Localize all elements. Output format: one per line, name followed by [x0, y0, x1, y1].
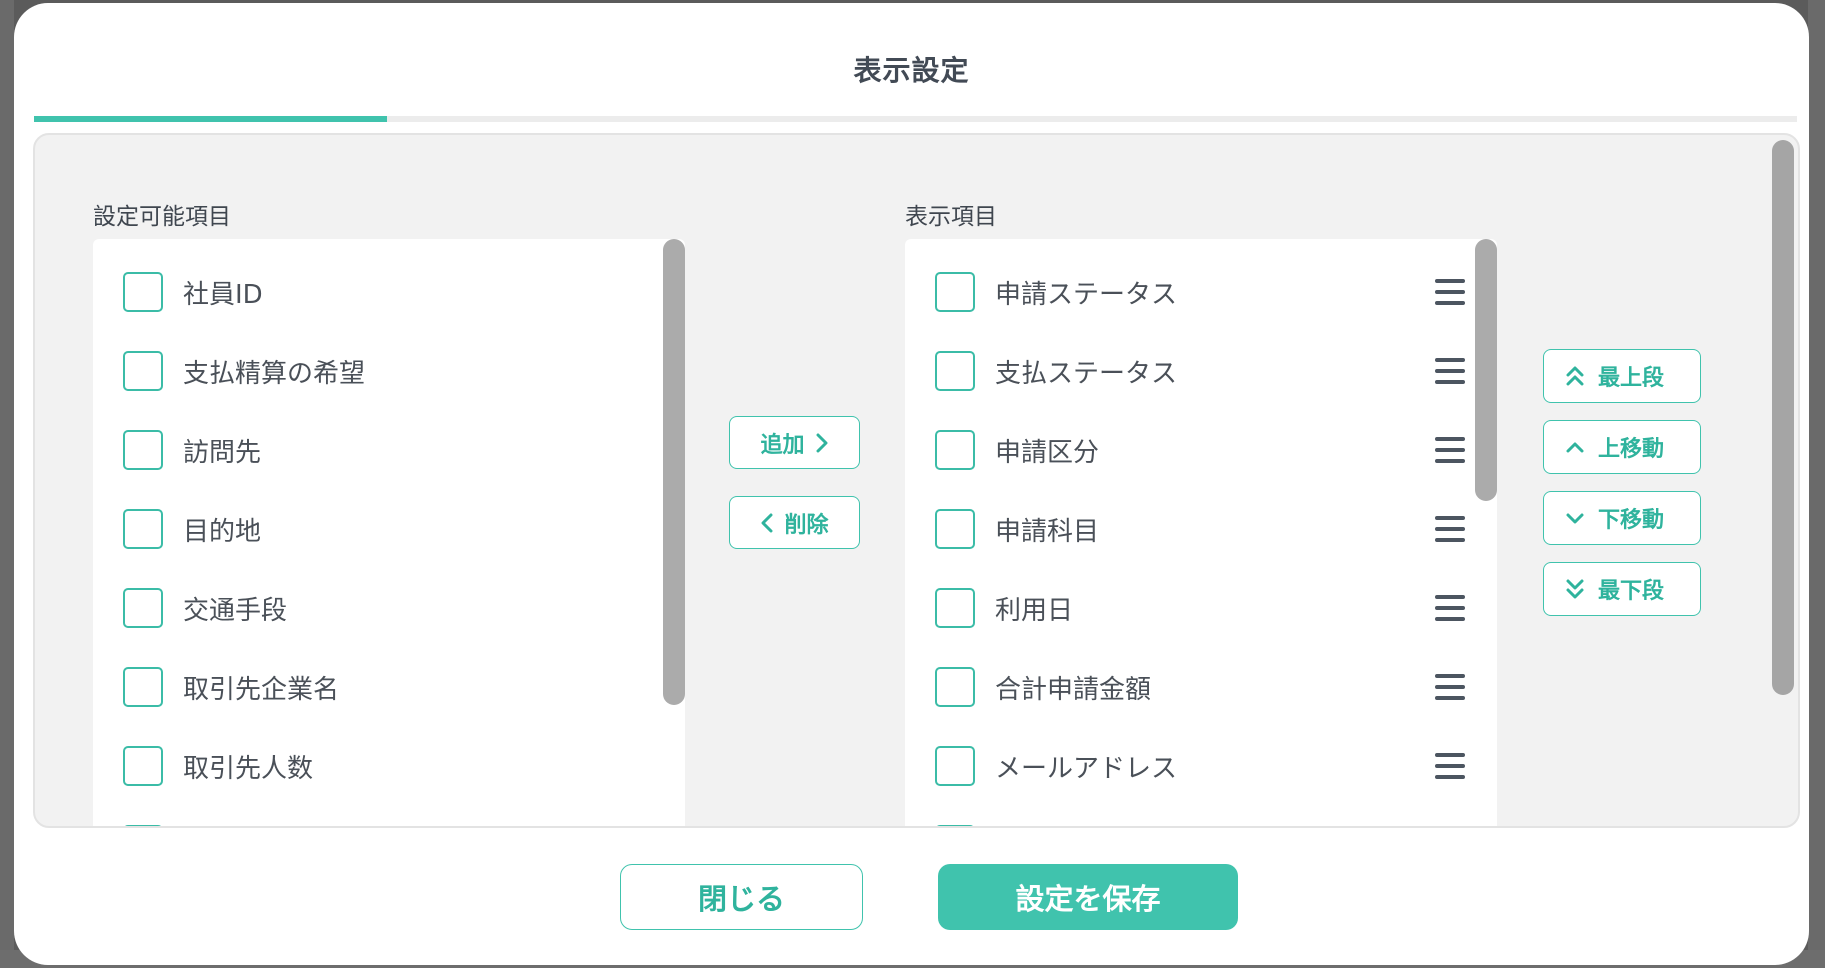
displayed-item-label: 申請ステータス [995, 279, 1178, 310]
drag-handle-icon[interactable] [1435, 516, 1465, 542]
available-item-checkbox[interactable] [123, 746, 163, 786]
chevron-down-icon [1566, 513, 1584, 524]
available-item-row[interactable]: 支払精算の希望 [123, 351, 663, 391]
available-item-checkbox[interactable] [123, 430, 163, 470]
available-item-label: 取引先人数 [183, 753, 314, 784]
drag-handle-icon[interactable] [1435, 437, 1465, 463]
drag-handle-icon[interactable] [1435, 753, 1465, 779]
available-item-row[interactable]: 社員ID [123, 272, 663, 312]
available-item-checkbox[interactable] [123, 272, 163, 312]
available-item-label: 支払精算の希望 [183, 358, 366, 389]
displayed-item-label: メールアドレス [995, 753, 1178, 784]
move-top-label: 最上段 [1598, 366, 1665, 391]
displayed-item-label: 利用日 [995, 595, 1074, 626]
available-item-checkbox[interactable] [123, 667, 163, 707]
displayed-item-label: 合計申請金額 [995, 674, 1152, 705]
chevron-right-icon [816, 433, 827, 452]
available-item-checkbox[interactable] [123, 588, 163, 628]
move-up-button[interactable]: 上移動 [1543, 420, 1701, 474]
available-item-label: 訪問先 [183, 437, 262, 468]
available-list-scrollbar[interactable] [663, 239, 685, 705]
available-item-checkbox[interactable] [123, 509, 163, 549]
available-item-row[interactable]: 目的地 [123, 509, 663, 549]
progress-fill [34, 116, 387, 122]
drag-handle-icon[interactable] [1435, 279, 1465, 305]
displayed-item-row[interactable]: 申請ステータス [935, 272, 1475, 312]
remove-button[interactable]: 削除 [729, 496, 860, 549]
background-right [1808, 0, 1825, 968]
displayed-item-checkbox[interactable] [935, 351, 975, 391]
background-left [0, 0, 14, 968]
move-top-button[interactable]: 最上段 [1543, 349, 1701, 403]
move-down-label: 下移動 [1598, 508, 1665, 533]
displayed-item-checkbox[interactable] [935, 588, 975, 628]
drag-handle-icon[interactable] [1435, 358, 1465, 384]
displayed-item-row[interactable]: メールアドレス [935, 746, 1475, 786]
available-item-label: 交通手段 [183, 595, 288, 626]
displayed-item-row[interactable]: 申請区分 [935, 430, 1475, 470]
displayed-list-scrollbar[interactable] [1475, 239, 1497, 501]
display-settings-dialog: 表示設定 設定可能項目 社員ID 支払精算の希望 訪問先目的地交通手段取引先企業名取… [14, 3, 1809, 965]
available-items-list: 社員ID 支払精算の希望 訪問先目的地交通手段取引先企業名 取引先人数 [93, 239, 685, 826]
available-item-checkbox-partial[interactable] [123, 825, 163, 826]
displayed-item-label: 申請区分 [995, 437, 1100, 468]
chevron-up-icon [1566, 442, 1584, 453]
displayed-item-label: 支払ステータス [995, 358, 1178, 389]
move-up-label: 上移動 [1598, 437, 1665, 462]
available-item-row[interactable]: 取引先企業名 [123, 667, 663, 707]
displayed-item-row[interactable]: 支払ステータス [935, 351, 1475, 391]
displayed-item-row[interactable]: 利用日 [935, 588, 1475, 628]
save-settings-button[interactable]: 設定を保存 [938, 864, 1238, 930]
chevron-left-icon [761, 513, 773, 532]
displayed-items-list: 申請ステータス 支払ステータス 申請区分申請科目利用日合計申請金額 メールアドレス [905, 239, 1497, 826]
displayed-item-row[interactable]: 申請科目 [935, 509, 1475, 549]
close-button[interactable]: 閉じる [620, 864, 863, 930]
add-button-label: 追加 [760, 432, 805, 458]
available-item-row[interactable]: 交通手段 [123, 588, 663, 628]
available-item-label: 目的地 [183, 516, 262, 547]
double-chevron-down-icon [1566, 579, 1584, 599]
displayed-item-checkbox[interactable] [935, 272, 975, 312]
double-chevron-up-icon [1566, 366, 1584, 386]
displayed-item-checkbox[interactable] [935, 430, 975, 470]
dialog-title: 表示設定 [853, 54, 970, 87]
displayed-item-checkbox-partial[interactable] [935, 825, 975, 826]
drag-handle-icon[interactable] [1435, 595, 1465, 621]
available-items-label: 設定可能項目 [93, 204, 231, 230]
displayed-item-checkbox[interactable] [935, 509, 975, 549]
available-item-checkbox[interactable] [123, 351, 163, 391]
panel-scrollbar[interactable] [1772, 140, 1794, 695]
displayed-item-label: 申請科目 [995, 516, 1100, 547]
remove-button-label: 削除 [784, 512, 829, 538]
move-down-button[interactable]: 下移動 [1543, 491, 1701, 545]
displayed-item-checkbox[interactable] [935, 746, 975, 786]
settings-panel: 設定可能項目 社員ID 支払精算の希望 訪問先 目的地 交通手段 取引先企業名 取引先人数 … [33, 133, 1800, 828]
move-bottom-button[interactable]: 最下段 [1543, 562, 1701, 616]
available-item-row[interactable]: 訪問先 [123, 430, 663, 470]
available-item-row[interactable]: 取引先人数 [123, 746, 663, 786]
add-button[interactable]: 追加 [729, 416, 860, 469]
displayed-item-row[interactable]: 合計申請金額 [935, 667, 1475, 707]
progress-bar [34, 116, 1797, 122]
drag-handle-icon[interactable] [1435, 674, 1465, 700]
available-item-label: 取引先企業名 [183, 674, 340, 705]
available-item-label: 社員ID [183, 279, 263, 310]
displayed-items-label: 表示項目 [905, 204, 997, 230]
move-bottom-label: 最下段 [1598, 579, 1665, 604]
displayed-item-checkbox[interactable] [935, 667, 975, 707]
